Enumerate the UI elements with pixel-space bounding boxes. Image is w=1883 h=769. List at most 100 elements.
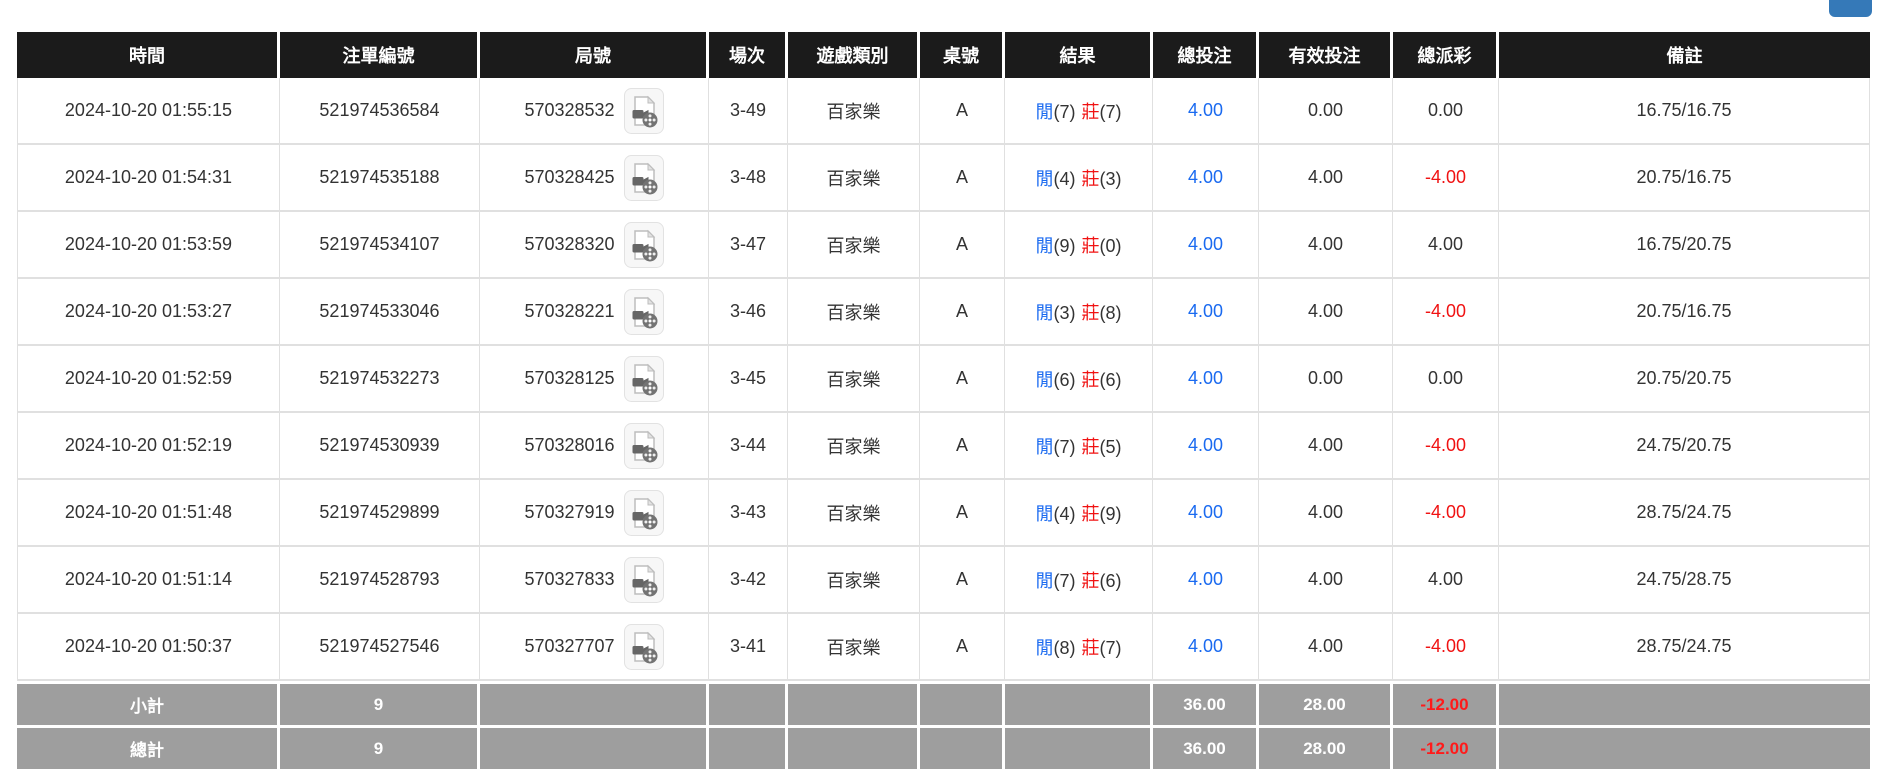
cell-bet-id: 521974530939 bbox=[280, 413, 480, 480]
cell-bet-id: 521974535188 bbox=[280, 145, 480, 212]
cell-total-bet: 4.00 bbox=[1153, 413, 1259, 480]
video-replay-icon[interactable] bbox=[624, 624, 664, 670]
cell-payout: 0.00 bbox=[1393, 346, 1499, 413]
player-label: 閒 bbox=[1036, 236, 1054, 256]
round-number: 570328125 bbox=[524, 368, 614, 388]
cell-game-type: 百家樂 bbox=[788, 413, 920, 480]
cell-table-no: A bbox=[920, 413, 1005, 480]
subtotal-round-empty bbox=[480, 681, 709, 725]
cell-total-bet: 4.00 bbox=[1153, 212, 1259, 279]
grand-total-count: 9 bbox=[280, 725, 480, 769]
cell-game-type: 百家樂 bbox=[788, 212, 920, 279]
cell-time: 2024-10-20 01:50:37 bbox=[17, 614, 280, 681]
table-row: 2024-10-20 01:52:19 521974530939 5703280… bbox=[17, 413, 1870, 480]
cell-time: 2024-10-20 01:53:27 bbox=[17, 279, 280, 346]
back-to-top-button[interactable] bbox=[1829, 0, 1872, 17]
cell-round: 570328016 bbox=[480, 413, 709, 480]
grand-total-table-empty bbox=[920, 725, 1005, 769]
column-header-3: 場次 bbox=[709, 32, 788, 78]
banker-score: (0) bbox=[1100, 236, 1122, 256]
player-label: 閒 bbox=[1036, 169, 1054, 189]
banker-score: (9) bbox=[1100, 504, 1122, 524]
total-bet-link[interactable]: 4.00 bbox=[1188, 167, 1223, 187]
banker-score: (7) bbox=[1100, 102, 1122, 122]
player-score: (7) bbox=[1054, 571, 1076, 591]
column-header-10: 備註 bbox=[1499, 32, 1870, 78]
subtotal-count: 9 bbox=[280, 681, 480, 725]
cell-round: 570327833 bbox=[480, 547, 709, 614]
cell-session: 3-48 bbox=[709, 145, 788, 212]
cell-table-no: A bbox=[920, 145, 1005, 212]
player-score: (6) bbox=[1054, 370, 1076, 390]
grand-total-row: 總計 9 36.00 28.00 -12.00 bbox=[17, 725, 1870, 769]
total-bet-link[interactable]: 4.00 bbox=[1188, 234, 1223, 254]
cell-bet-id: 521974527546 bbox=[280, 614, 480, 681]
total-bet-link[interactable]: 4.00 bbox=[1188, 368, 1223, 388]
cell-table-no: A bbox=[920, 279, 1005, 346]
banker-label: 莊 bbox=[1082, 236, 1100, 256]
table-header-row: 時間注單編號局號場次遊戲類別桌號結果總投注有效投注總派彩備註 bbox=[17, 32, 1870, 78]
grand-total-game-empty bbox=[788, 725, 920, 769]
subtotal-payout: -12.00 bbox=[1393, 681, 1499, 725]
banker-score: (3) bbox=[1100, 169, 1122, 189]
cell-session: 3-41 bbox=[709, 614, 788, 681]
column-header-5: 桌號 bbox=[920, 32, 1005, 78]
total-bet-link[interactable]: 4.00 bbox=[1188, 100, 1223, 120]
video-replay-icon[interactable] bbox=[624, 356, 664, 402]
player-label: 閒 bbox=[1036, 102, 1054, 122]
total-bet-link[interactable]: 4.00 bbox=[1188, 502, 1223, 522]
banker-score: (7) bbox=[1100, 638, 1122, 658]
grand-total-remark bbox=[1499, 725, 1870, 769]
video-replay-icon[interactable] bbox=[624, 289, 664, 335]
video-replay-icon[interactable] bbox=[624, 423, 664, 469]
cell-round: 570328221 bbox=[480, 279, 709, 346]
subtotal-session-empty bbox=[709, 681, 788, 725]
cell-session: 3-47 bbox=[709, 212, 788, 279]
total-bet-link[interactable]: 4.00 bbox=[1188, 435, 1223, 455]
cell-game-type: 百家樂 bbox=[788, 480, 920, 547]
cell-valid-bet: 4.00 bbox=[1259, 614, 1393, 681]
cell-table-no: A bbox=[920, 346, 1005, 413]
total-bet-link[interactable]: 4.00 bbox=[1188, 569, 1223, 589]
subtotal-table-empty bbox=[920, 681, 1005, 725]
total-bet-link[interactable]: 4.00 bbox=[1188, 301, 1223, 321]
grand-total-label: 總計 bbox=[17, 725, 280, 769]
cell-time: 2024-10-20 01:52:59 bbox=[17, 346, 280, 413]
cell-payout: -4.00 bbox=[1393, 413, 1499, 480]
cell-result: 閒(7)莊(7) bbox=[1005, 78, 1153, 145]
cell-time: 2024-10-20 01:51:48 bbox=[17, 480, 280, 547]
cell-valid-bet: 4.00 bbox=[1259, 547, 1393, 614]
cell-result: 閒(3)莊(8) bbox=[1005, 279, 1153, 346]
round-number: 570328320 bbox=[524, 234, 614, 254]
cell-table-no: A bbox=[920, 212, 1005, 279]
cell-time: 2024-10-20 01:54:31 bbox=[17, 145, 280, 212]
video-replay-icon[interactable] bbox=[624, 557, 664, 603]
cell-round: 570328125 bbox=[480, 346, 709, 413]
player-score: (4) bbox=[1054, 169, 1076, 189]
cell-bet-id: 521974528793 bbox=[280, 547, 480, 614]
banker-score: (6) bbox=[1100, 370, 1122, 390]
table-row: 2024-10-20 01:51:14 521974528793 5703278… bbox=[17, 547, 1870, 614]
cell-time: 2024-10-20 01:53:59 bbox=[17, 212, 280, 279]
column-header-6: 結果 bbox=[1005, 32, 1153, 78]
cell-total-bet: 4.00 bbox=[1153, 78, 1259, 145]
video-replay-icon[interactable] bbox=[624, 88, 664, 134]
grand-total-total-bet: 36.00 bbox=[1153, 725, 1259, 769]
player-label: 閒 bbox=[1036, 504, 1054, 524]
column-header-8: 有效投注 bbox=[1259, 32, 1393, 78]
video-replay-icon[interactable] bbox=[624, 222, 664, 268]
cell-payout: 4.00 bbox=[1393, 212, 1499, 279]
cell-total-bet: 4.00 bbox=[1153, 547, 1259, 614]
cell-remark: 28.75/24.75 bbox=[1499, 480, 1870, 547]
column-header-9: 總派彩 bbox=[1393, 32, 1499, 78]
video-replay-icon[interactable] bbox=[624, 490, 664, 536]
video-replay-icon[interactable] bbox=[624, 155, 664, 201]
cell-valid-bet: 4.00 bbox=[1259, 145, 1393, 212]
cell-session: 3-42 bbox=[709, 547, 788, 614]
cell-payout: -4.00 bbox=[1393, 279, 1499, 346]
banker-score: (5) bbox=[1100, 437, 1122, 457]
player-score: (9) bbox=[1054, 236, 1076, 256]
total-bet-link[interactable]: 4.00 bbox=[1188, 636, 1223, 656]
cell-time: 2024-10-20 01:52:19 bbox=[17, 413, 280, 480]
cell-payout: -4.00 bbox=[1393, 145, 1499, 212]
